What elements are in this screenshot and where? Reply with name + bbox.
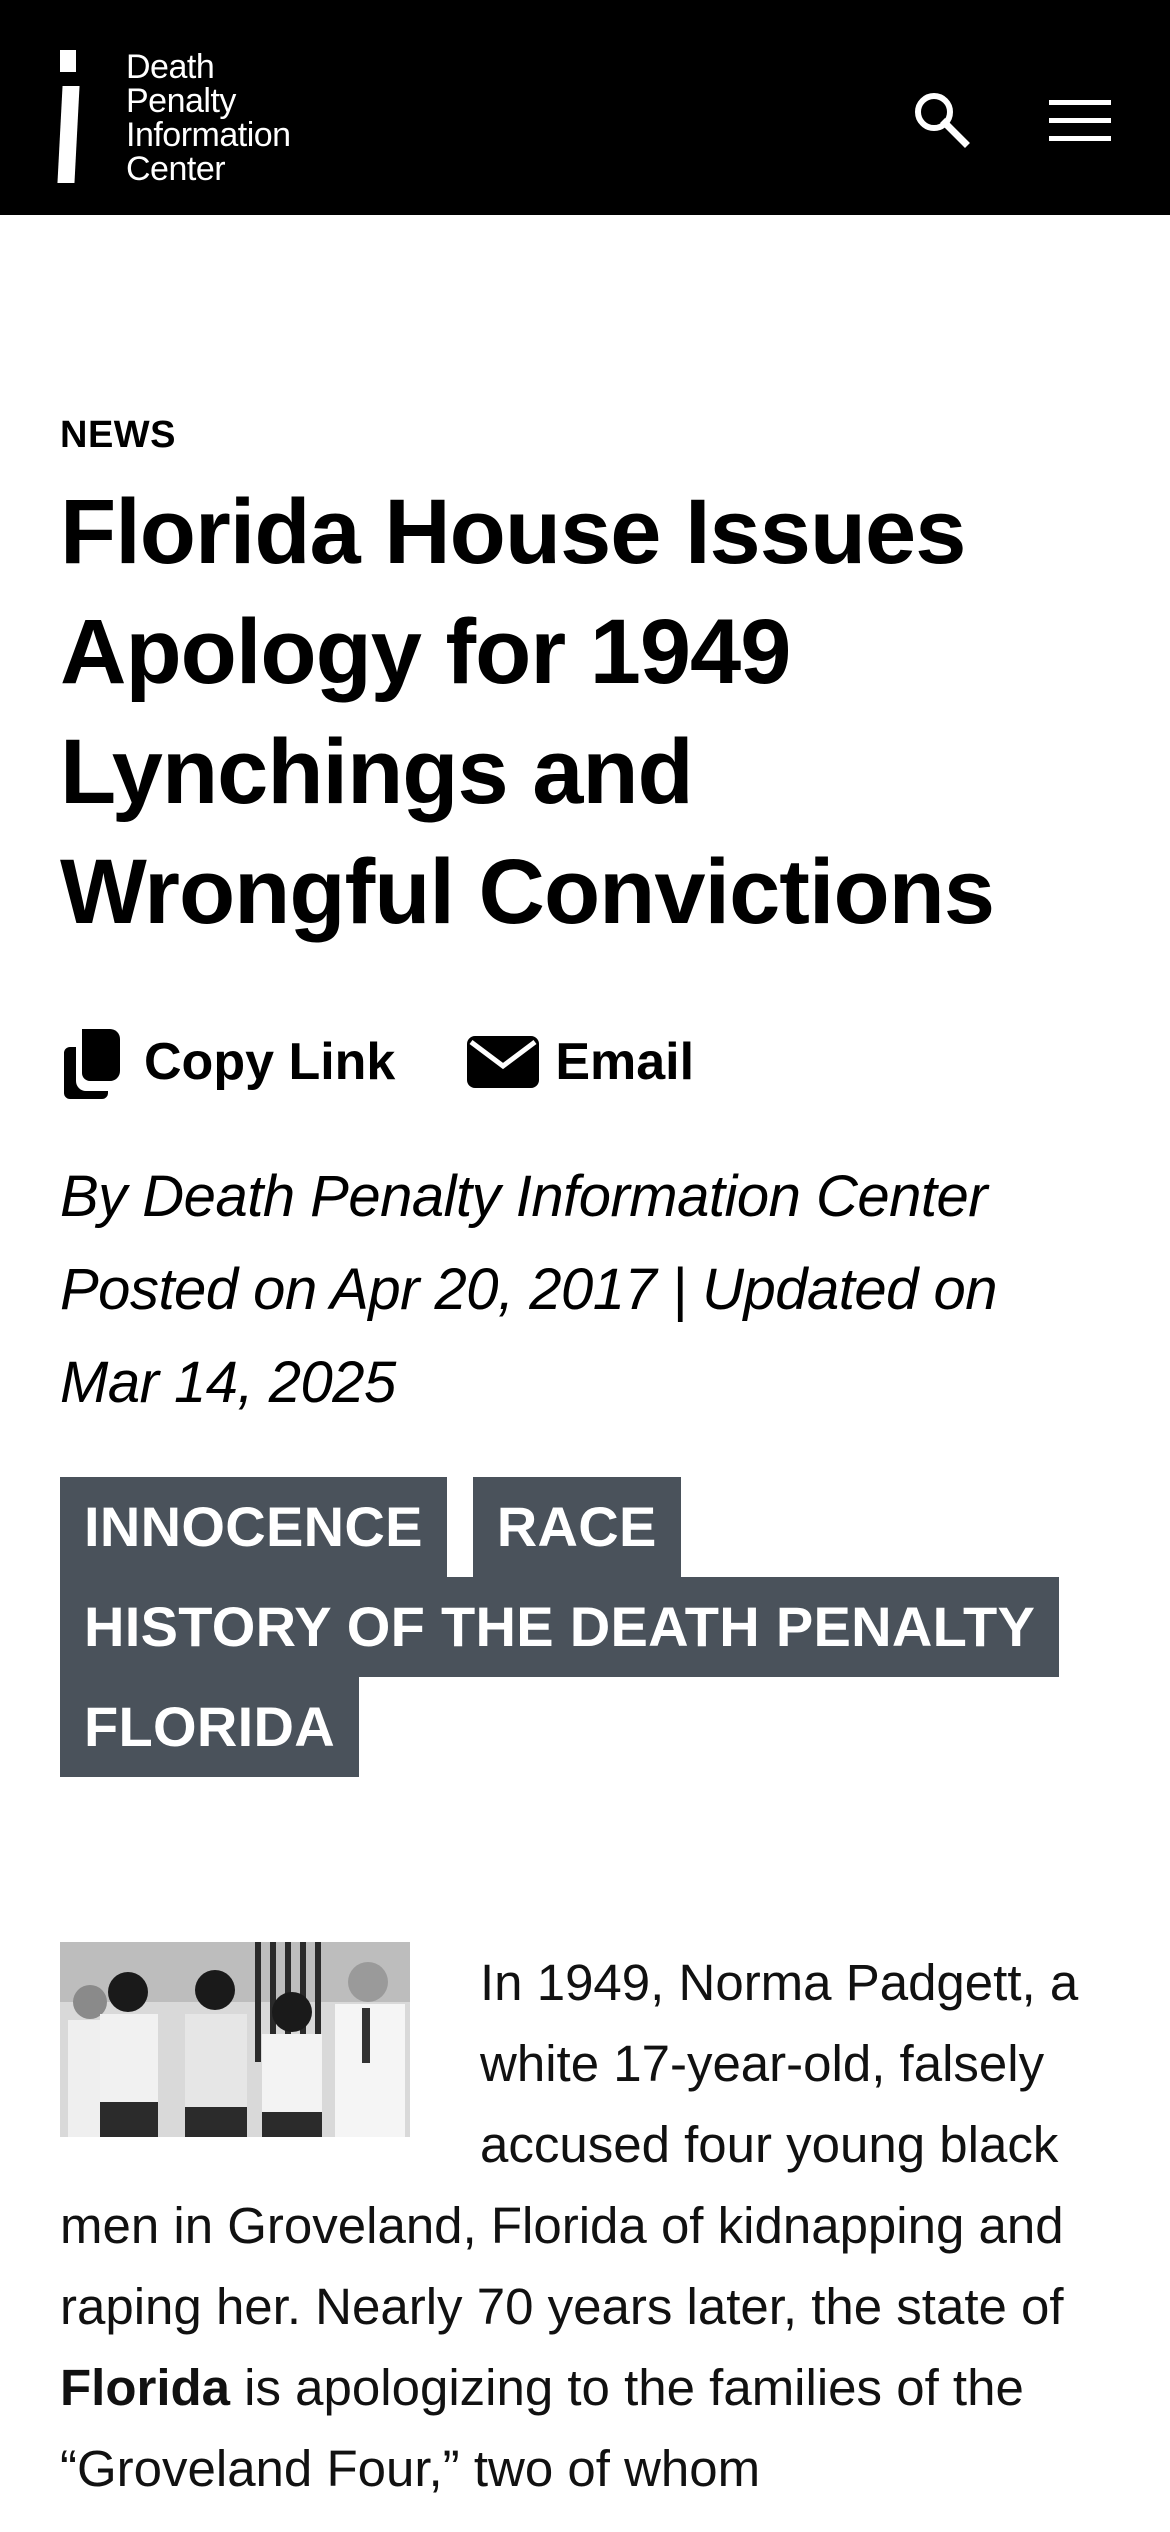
copy-icon bbox=[60, 1025, 124, 1099]
email-label: Email bbox=[555, 1033, 695, 1091]
logo-line: Center bbox=[126, 150, 226, 188]
site-logo[interactable]: Death Penalty Information Center bbox=[57, 50, 291, 186]
article-title: Florida House Issues Apology for 1949 Ly… bbox=[60, 481, 995, 943]
email-share-button[interactable]: Email bbox=[465, 1032, 694, 1092]
inline-link-florida[interactable]: Florida bbox=[60, 2359, 230, 2416]
groveland-four-photo bbox=[60, 1942, 410, 2137]
logo-wordmark: Death Penalty Information Center bbox=[126, 50, 291, 186]
tag-list: INNOCENCE RACE HISTORY OF THE DEATH PENA… bbox=[60, 1477, 1070, 1777]
tag-race[interactable]: RACE bbox=[472, 1477, 681, 1577]
hamburger-menu-icon bbox=[1049, 100, 1111, 141]
logo-mark-icon bbox=[57, 50, 80, 185]
byline-author: By Death Penalty Information Center bbox=[60, 1164, 988, 1229]
article: NEWS Florida House Issues Apology for 19… bbox=[60, 400, 1110, 2509]
article-body: In 1949, Norma Padgett, a white 17-year-… bbox=[60, 1942, 1110, 2509]
tag-florida[interactable]: FLORIDA bbox=[60, 1677, 359, 1777]
site-header: Death Penalty Information Center bbox=[0, 0, 1170, 215]
logo-line: Information bbox=[126, 116, 291, 154]
byline: By Death Penalty Information Center Post… bbox=[60, 1150, 1110, 1429]
logo-line: Death bbox=[126, 48, 215, 86]
share-bar: Copy Link Email bbox=[60, 1022, 1110, 1102]
byline-dates: Posted on Apr 20, 2017 | Updated on Mar … bbox=[60, 1257, 998, 1415]
search-icon bbox=[915, 93, 970, 148]
logo-line: Penalty bbox=[126, 82, 236, 120]
tag-history-of-the-death-penalty[interactable]: HISTORY OF THE DEATH PENALTY bbox=[60, 1577, 1060, 1677]
copy-link-label: Copy Link bbox=[144, 1033, 396, 1091]
tag-innocence[interactable]: INNOCENCE bbox=[60, 1477, 447, 1577]
article-category: NEWS bbox=[60, 414, 176, 456]
menu-button[interactable] bbox=[1045, 86, 1115, 156]
envelope-icon bbox=[465, 1032, 541, 1092]
search-button[interactable] bbox=[906, 84, 976, 154]
copy-link-button[interactable]: Copy Link bbox=[60, 1025, 395, 1099]
